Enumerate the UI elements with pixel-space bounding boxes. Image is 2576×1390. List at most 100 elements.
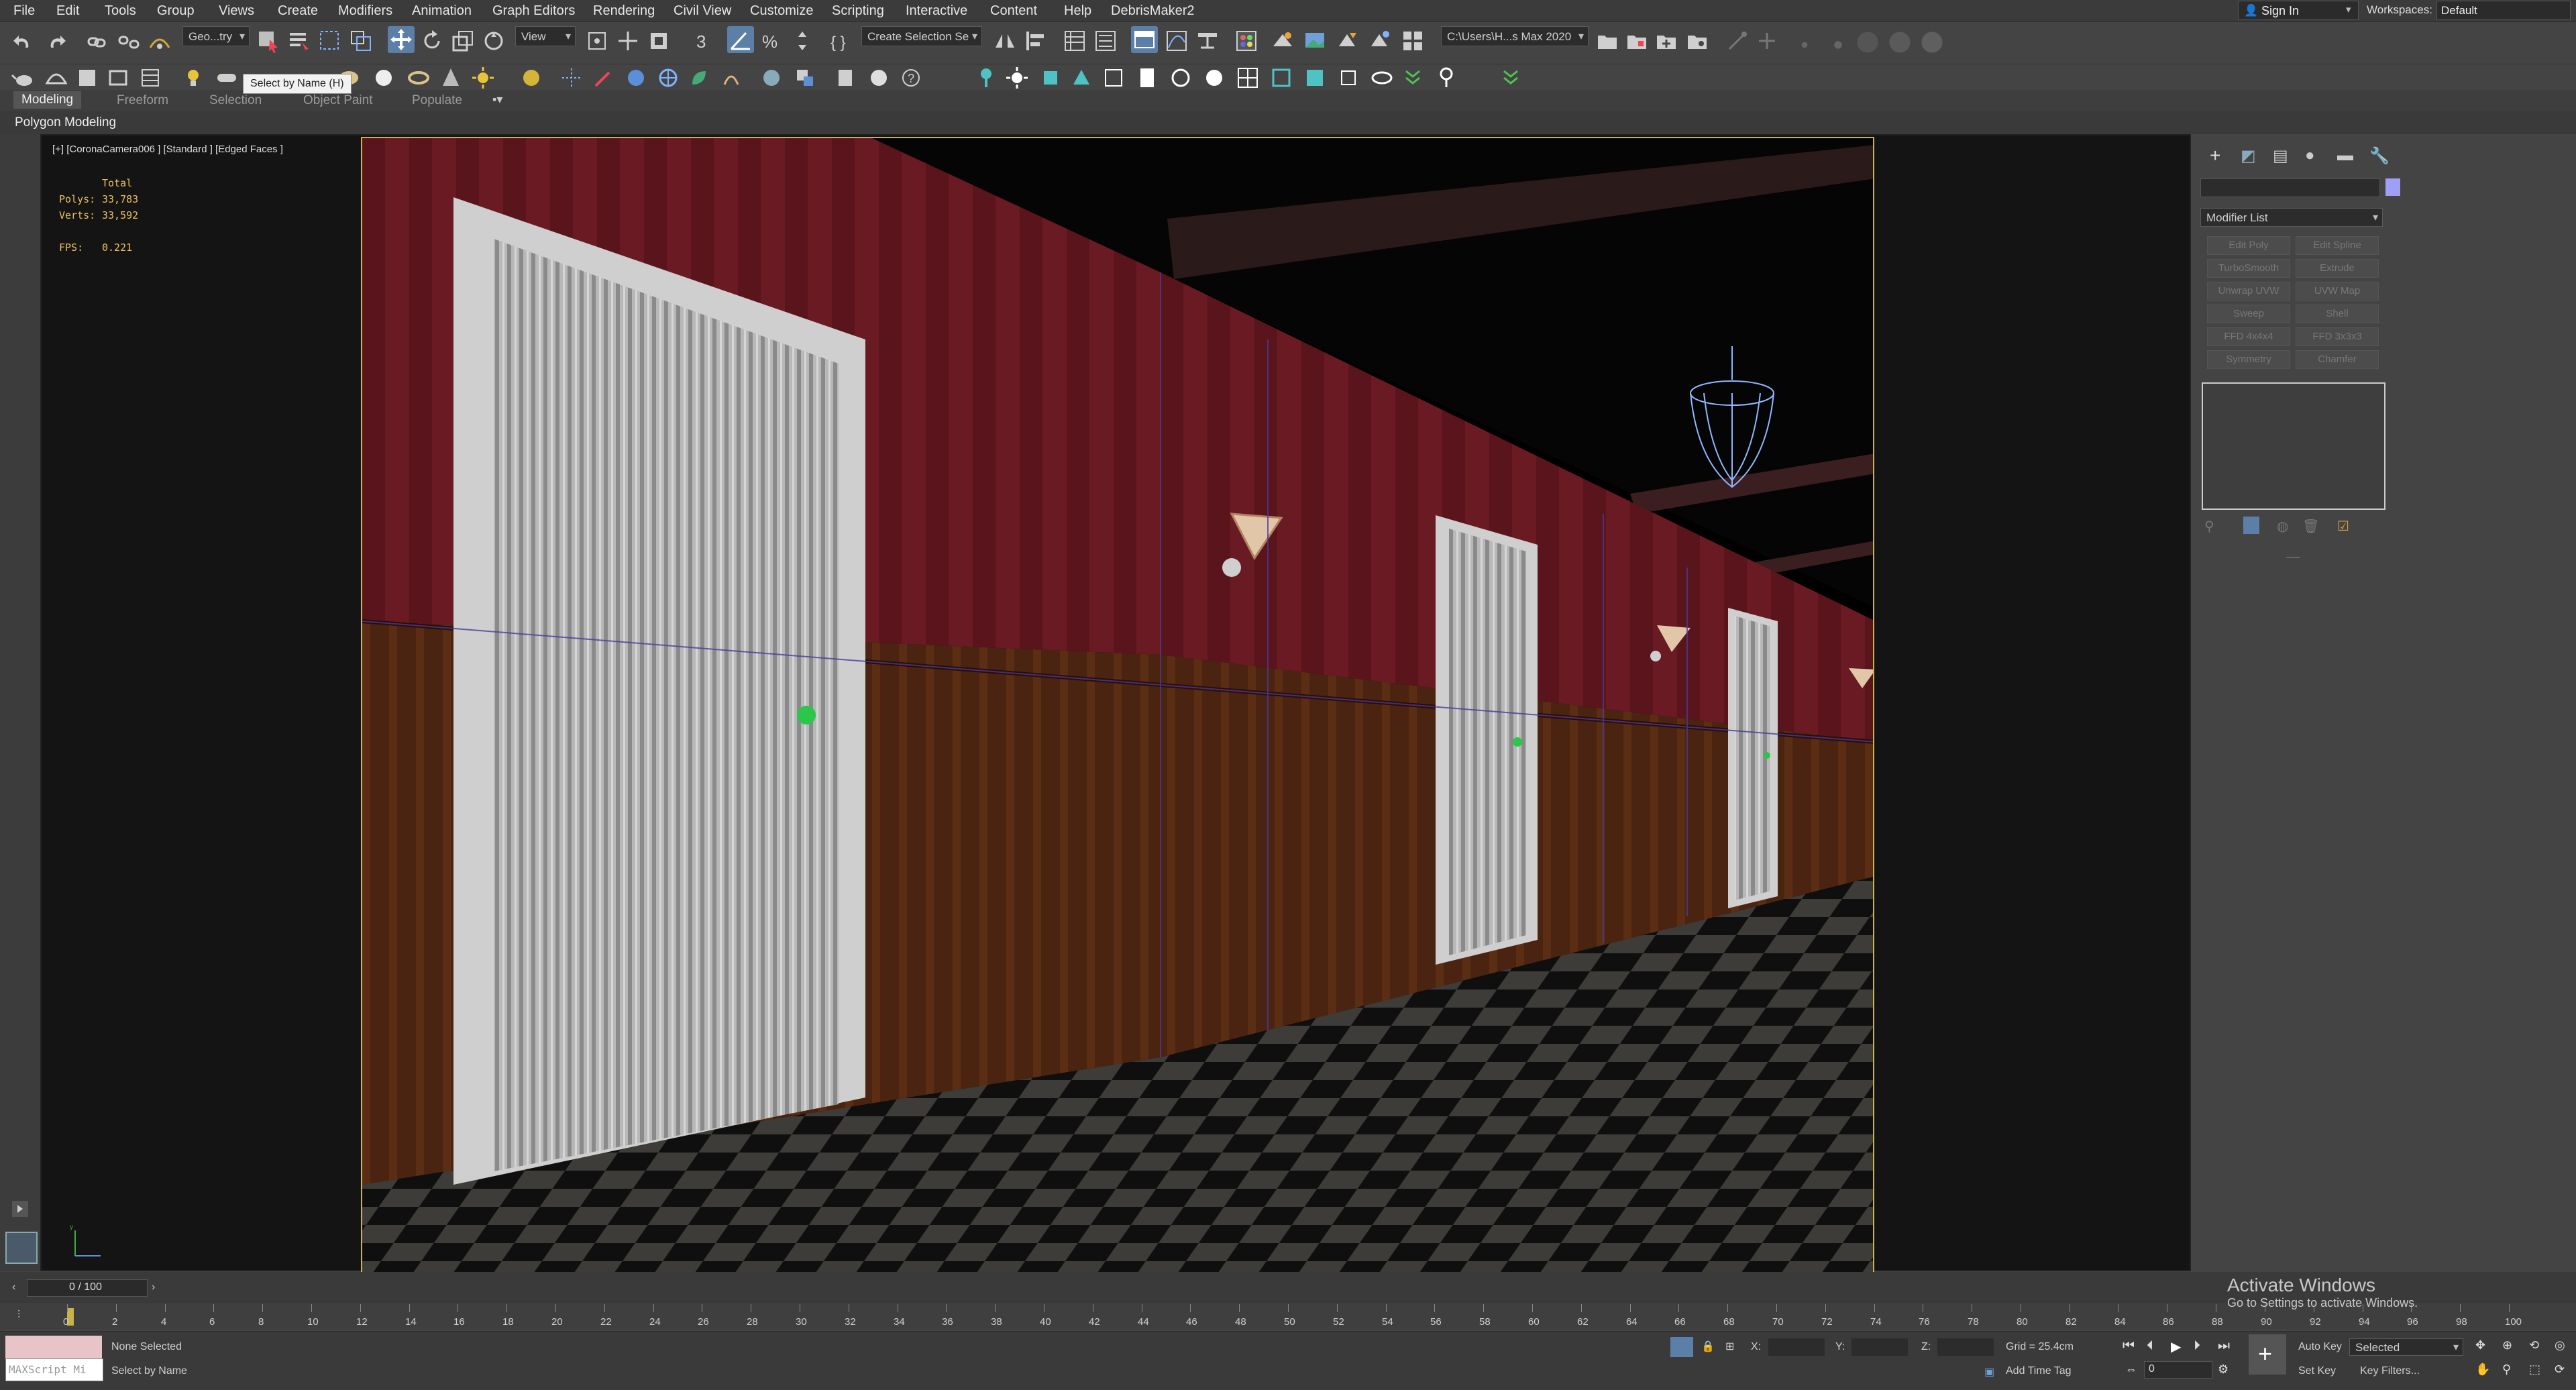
walk-through-icon[interactable]: ⚲: [2502, 1362, 2511, 1377]
edit-named-selection-icon[interactable]: { }: [828, 28, 855, 54]
link-icon[interactable]: [83, 29, 110, 56]
symmetry-button[interactable]: Symmetry: [2207, 350, 2290, 369]
open-project-icon[interactable]: [1653, 28, 1680, 54]
reference-coord-dropdown[interactable]: View: [515, 26, 576, 47]
shell-button[interactable]: Shell: [2296, 305, 2379, 323]
utilities-tab-icon[interactable]: 🔧: [2369, 146, 2390, 166]
undo-icon[interactable]: [9, 29, 36, 56]
curve-editor-icon[interactable]: [1163, 28, 1190, 54]
tab-freeform[interactable]: Freeform: [117, 93, 168, 108]
menu-group[interactable]: Group: [157, 3, 195, 19]
create-tab-icon[interactable]: +: [2210, 145, 2220, 166]
add-time-tag-icon[interactable]: ▣: [1984, 1365, 1994, 1379]
zoom-extents-icon[interactable]: ✥: [2475, 1338, 2485, 1352]
render-iterative-icon[interactable]: [1366, 28, 1393, 54]
ffd-3x3x3-button[interactable]: FFD 3x3x3: [2296, 327, 2379, 346]
corona-env-icon[interactable]: [1201, 64, 1228, 91]
object-properties-icon[interactable]: [832, 64, 859, 91]
time-slider[interactable]: 0 / 100: [27, 1279, 148, 1297]
sphere-blue-icon[interactable]: [623, 64, 649, 91]
menu-edit[interactable]: Edit: [56, 3, 79, 19]
render-setup-icon[interactable]: [1269, 28, 1296, 54]
tab-populate[interactable]: Populate: [412, 93, 462, 108]
polygon-modeling-label[interactable]: Polygon Modeling: [15, 115, 116, 130]
absolute-mode-icon[interactable]: ⊞: [1725, 1340, 1734, 1353]
pan-icon[interactable]: ✋: [2475, 1362, 2490, 1377]
menu-graph-editors[interactable]: Graph Editors: [492, 3, 575, 19]
prev-frame-icon[interactable]: ‹: [12, 1281, 15, 1293]
current-frame-input[interactable]: 0: [2144, 1361, 2212, 1379]
motion-tab-icon[interactable]: ●: [2305, 146, 2315, 165]
track-bar-toggle-icon[interactable]: ⫶: [17, 1309, 20, 1322]
layer-explorer-icon[interactable]: [1092, 28, 1119, 54]
corona-scatter-icon[interactable]: [1268, 64, 1295, 91]
modify-tab-icon[interactable]: ◩: [2241, 146, 2256, 166]
rotate-icon[interactable]: [419, 28, 445, 54]
window-crossing-icon[interactable]: [347, 28, 374, 54]
modifier-list-dropdown[interactable]: Modifier List: [2200, 208, 2383, 227]
auto-key-button[interactable]: Auto Key: [2298, 1341, 2342, 1353]
turbosmooth-button[interactable]: TurboSmooth: [2207, 259, 2290, 278]
configure-sets-icon[interactable]: ☑: [2337, 518, 2349, 535]
menu-views[interactable]: Views: [219, 3, 254, 19]
align-icon[interactable]: [1022, 28, 1049, 54]
angle-snap-icon[interactable]: [727, 26, 754, 53]
time-config-icon[interactable]: ⚙: [2218, 1362, 2229, 1377]
lights-icon[interactable]: [74, 64, 101, 91]
select-by-name-icon[interactable]: [286, 28, 313, 54]
hierarchy-tab-icon[interactable]: ▤: [2273, 146, 2288, 166]
save-project-icon[interactable]: [1623, 28, 1650, 54]
material-editor-icon[interactable]: [1233, 28, 1260, 54]
selection-set-dropdown[interactable]: Selected: [2349, 1338, 2463, 1356]
sun-light-icon[interactable]: [470, 64, 496, 91]
mirror-icon[interactable]: [991, 28, 1018, 54]
placement-icon[interactable]: [480, 28, 507, 54]
object-name-input[interactable]: [2200, 178, 2380, 197]
z-coord-input[interactable]: [1937, 1338, 1994, 1356]
menu-help[interactable]: Help: [1064, 3, 1091, 19]
edit-spline-button[interactable]: Edit Spline: [2296, 236, 2379, 255]
viewport-label[interactable]: [+] [CoronaCamera006 ] [Standard ] [Edge…: [52, 144, 283, 155]
pin-stack-icon[interactable]: ⚲: [2204, 518, 2214, 535]
tab-object-paint[interactable]: Object Paint: [303, 93, 373, 108]
ribbon-options-icon[interactable]: ▪▾: [492, 93, 502, 107]
corona-decal-icon[interactable]: [1134, 64, 1161, 91]
menu-content[interactable]: Content: [990, 3, 1037, 19]
isolate-selection-icon[interactable]: [1670, 1337, 1693, 1357]
camera-render-frame[interactable]: [361, 137, 1874, 1275]
light-probe-icon[interactable]: [973, 64, 1000, 91]
selection-filter-dropdown[interactable]: Geo...try: [182, 26, 250, 47]
ffd-4x4x4-button[interactable]: FFD 4x4x4: [2207, 327, 2290, 346]
uvw-map-button[interactable]: UVW Map: [2296, 282, 2379, 301]
corona-light-icon[interactable]: [1037, 64, 1064, 91]
wand-icon[interactable]: [590, 64, 617, 91]
circle-button-2-icon[interactable]: [1886, 29, 1911, 53]
menu-customize[interactable]: Customize: [750, 3, 813, 19]
edit-poly-button[interactable]: Edit Poly: [2207, 236, 2290, 255]
select-manipulate-icon[interactable]: [614, 28, 641, 54]
scale-icon[interactable]: [449, 28, 476, 54]
render-production-icon[interactable]: [1334, 28, 1360, 54]
menu-file[interactable]: File: [13, 3, 35, 19]
shapes-icon[interactable]: [43, 64, 70, 91]
project-settings-icon[interactable]: [1684, 28, 1711, 54]
globe-icon[interactable]: [655, 64, 682, 91]
corona-proxy-icon[interactable]: [1068, 64, 1095, 91]
zoom-icon[interactable]: ⊕: [2502, 1338, 2512, 1352]
corona-pattern-icon[interactable]: [1301, 64, 1328, 91]
capsule-icon[interactable]: [213, 64, 240, 91]
corona-fog-icon[interactable]: [1234, 64, 1261, 91]
unlink-icon[interactable]: [115, 29, 142, 56]
y-coord-input[interactable]: [1851, 1338, 1908, 1356]
track-bar[interactable]: ⫶ 0 2 4 6 8 10 12 14 16 18 20 22 24 26 28 30 32 34 36 38 40 4…: [0, 1303, 2576, 1330]
double-chevron-1-icon[interactable]: [1399, 64, 1426, 91]
menu-rendering[interactable]: Rendering: [593, 3, 655, 19]
display-tab-icon[interactable]: ▬: [2337, 146, 2353, 165]
bind-space-warp-icon[interactable]: [146, 29, 173, 56]
key-mode-icon[interactable]: ⇔: [2125, 1362, 2137, 1377]
pin-icon[interactable]: [1433, 64, 1460, 91]
next-frame-icon[interactable]: ›: [152, 1281, 155, 1293]
chamfer-button[interactable]: Chamfer: [2296, 350, 2379, 369]
sphere-render-icon[interactable]: [758, 64, 785, 91]
viewport-layout-button[interactable]: [5, 1232, 38, 1264]
